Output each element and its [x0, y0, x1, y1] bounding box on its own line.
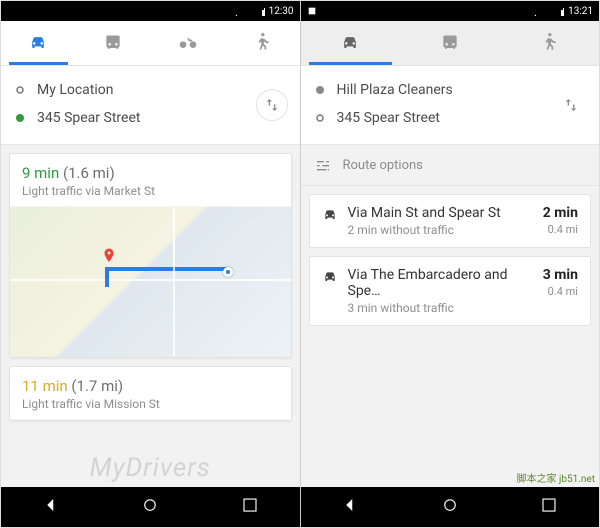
route-via: Via Main St and Spear St: [348, 205, 533, 221]
route-options[interactable]: Route options: [301, 145, 600, 186]
location-icon: [227, 6, 237, 16]
nav-back[interactable]: [18, 488, 84, 526]
battery-icon: [554, 6, 564, 16]
route-item[interactable]: Via Main St and Spear St 2 min without t…: [309, 194, 592, 248]
tab-walk[interactable]: [225, 21, 300, 65]
mode-tabs: [301, 21, 600, 66]
from-label: Hill Plaza Cleaners: [337, 82, 588, 98]
phone-right: 13:21 Hill Plaza Cleaners 345 Spear Stre…: [300, 1, 600, 527]
route-headline: 11 min (1.7 mi): [22, 377, 279, 395]
from-row[interactable]: My Location: [13, 76, 288, 104]
current-location-dot: [223, 267, 233, 277]
tab-car[interactable]: [1, 21, 76, 65]
android-navbar: [1, 487, 300, 527]
map-preview: [10, 207, 291, 357]
car-icon: [340, 33, 360, 53]
to-label: 345 Spear Street: [337, 110, 588, 126]
to-label: 345 Spear Street: [37, 110, 288, 126]
routes-content: Via Main St and Spear St 2 min without t…: [301, 186, 600, 487]
recent-icon: [540, 496, 558, 514]
to-row[interactable]: 345 Spear Street: [13, 104, 288, 132]
swap-icon: [563, 97, 579, 113]
route-item[interactable]: Via The Embarcadero and Spe… 3 min witho…: [309, 256, 592, 326]
android-navbar: [301, 487, 600, 527]
status-time: 13:21: [568, 6, 593, 17]
route-card-1[interactable]: 9 min (1.6 mi) Light traffic via Market …: [9, 153, 292, 358]
locations-panel: Hill Plaza Cleaners 345 Spear Street: [301, 66, 600, 145]
swap-button[interactable]: [256, 89, 288, 121]
swap-button[interactable]: [555, 89, 587, 121]
tune-icon: [315, 157, 331, 173]
phone-left: 12:30 My Location 345 Spear Street: [1, 1, 300, 527]
destination-dot-icon: [313, 113, 327, 123]
route-sub: Light traffic via Market St: [22, 184, 279, 198]
locations-panel: My Location 345 Spear Street: [1, 66, 300, 145]
recent-icon: [241, 496, 259, 514]
mode-tabs: [1, 21, 300, 66]
home-icon: [141, 496, 159, 514]
route-time: 2 min: [543, 205, 578, 221]
transit-icon: [440, 33, 460, 53]
home-icon: [441, 496, 459, 514]
walk-icon: [252, 33, 272, 53]
route-headline: 9 min (1.6 mi): [22, 164, 279, 182]
screenshot-icon: [307, 6, 317, 16]
back-icon: [341, 496, 359, 514]
origin-dot-icon: [13, 85, 27, 95]
origin-dot-icon: [313, 85, 327, 95]
destination-dot-icon: [13, 113, 27, 123]
route-sub: Light traffic via Mission St: [22, 397, 279, 411]
car-icon: [28, 33, 48, 53]
from-label: My Location: [37, 82, 288, 98]
statusbar: 12:30: [1, 1, 300, 21]
nav-home[interactable]: [117, 488, 183, 526]
routes-content: 9 min (1.6 mi) Light traffic via Market …: [1, 145, 300, 487]
bike-icon: [178, 33, 198, 53]
map-pin-icon: [100, 243, 118, 261]
back-icon: [42, 496, 60, 514]
status-time: 12:30: [269, 6, 294, 17]
location-icon: [526, 6, 536, 16]
battery-icon: [255, 6, 265, 16]
nav-back[interactable]: [317, 488, 383, 526]
walk-icon: [539, 33, 559, 53]
route-via: Via The Embarcadero and Spe…: [348, 267, 533, 299]
from-row[interactable]: Hill Plaza Cleaners: [313, 76, 588, 104]
car-icon: [322, 207, 338, 223]
tab-walk[interactable]: [500, 21, 600, 65]
nav-recent[interactable]: [217, 488, 283, 526]
tab-car[interactable]: [301, 21, 401, 65]
route-dist: 0.4 mi: [543, 285, 578, 298]
statusbar: 13:21: [301, 1, 600, 21]
route-dist: 0.4 mi: [543, 223, 578, 236]
route-sub: 2 min without traffic: [348, 223, 533, 237]
nav-home[interactable]: [417, 488, 483, 526]
signal-icon: [540, 6, 550, 16]
signal-icon: [241, 6, 251, 16]
car-icon: [322, 269, 338, 285]
route-time: 3 min: [543, 267, 578, 283]
transit-icon: [103, 33, 123, 53]
route-card-2[interactable]: 11 min (1.7 mi) Light traffic via Missio…: [9, 366, 292, 421]
tab-bike[interactable]: [150, 21, 225, 65]
route-options-label: Route options: [343, 158, 423, 173]
source-watermark: 脚本之家 jb51.net: [517, 470, 595, 485]
to-row[interactable]: 345 Spear Street: [313, 104, 588, 132]
tab-transit[interactable]: [76, 21, 151, 65]
route-sub: 3 min without traffic: [348, 301, 533, 315]
swap-icon: [264, 97, 280, 113]
tab-transit[interactable]: [400, 21, 500, 65]
nav-recent[interactable]: [516, 488, 582, 526]
